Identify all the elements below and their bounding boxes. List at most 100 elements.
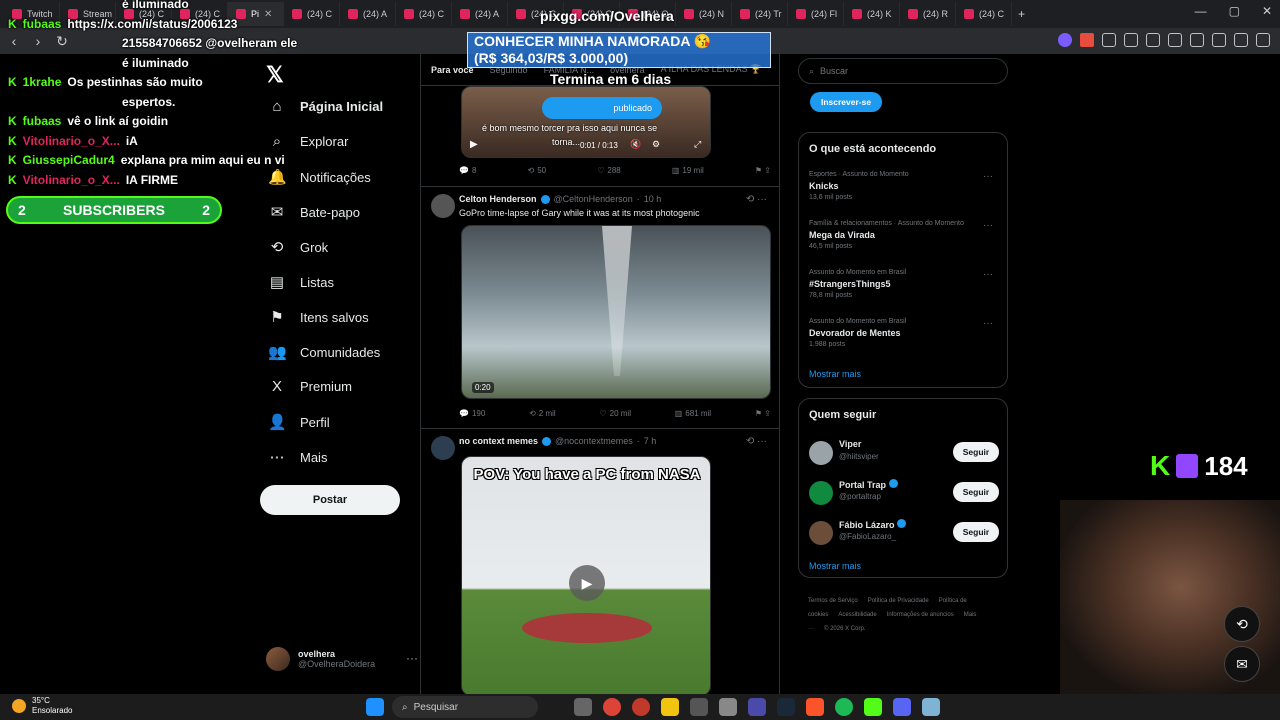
views-button[interactable]: ▥ 681 mil xyxy=(675,409,711,418)
discord-icon[interactable] xyxy=(893,698,911,716)
follow-button[interactable]: Seguir xyxy=(953,442,999,462)
browser-tab[interactable]: (24) N xyxy=(676,2,732,26)
grok-icon[interactable]: ⟲ xyxy=(1224,606,1260,642)
extension-icon[interactable] xyxy=(1058,33,1072,47)
footer-link[interactable]: Política de Privacidade xyxy=(868,598,929,604)
bookmark-icon[interactable]: ⚑ ⇪ xyxy=(755,166,771,175)
avatar[interactable] xyxy=(431,436,455,460)
sidebar-item-mail[interactable]: ✉ Bate-papo xyxy=(268,203,360,221)
account-name[interactable]: Viper xyxy=(839,439,861,449)
tweet-video[interactable]: publicado é bom mesmo torcer pra isso aq… xyxy=(461,86,711,158)
like-button[interactable]: ♡ 288 xyxy=(597,166,621,175)
opera-icon[interactable] xyxy=(632,698,650,716)
more-icon[interactable]: ··· xyxy=(983,171,993,182)
extension-icon[interactable] xyxy=(1124,33,1138,47)
tweet-age[interactable]: 7 h xyxy=(644,436,657,446)
more-icon[interactable]: ··· xyxy=(406,651,418,665)
avatar[interactable] xyxy=(431,194,455,218)
tweet-handle[interactable]: @nocontextmemes xyxy=(555,436,633,446)
reply-button[interactable]: 💬 190 xyxy=(459,409,485,418)
who-to-follow-item[interactable]: Portal Trap @portaltrap Seguir xyxy=(809,479,999,507)
sidebar-item-list[interactable]: ▤ Listas xyxy=(268,273,334,291)
tweet-author[interactable]: Celton Henderson xyxy=(459,194,537,204)
steam-icon[interactable] xyxy=(777,698,795,716)
avatar[interactable] xyxy=(809,521,833,545)
tweet-age[interactable]: 10 h xyxy=(644,194,662,204)
who-to-follow-item[interactable]: Fábio Lázaro @FabioLazaro_ Seguir xyxy=(809,519,999,547)
tweet-video[interactable]: POV: You have a PC from NASA ▶ xyxy=(461,456,711,694)
folder-icon[interactable] xyxy=(661,698,679,716)
tweet-author[interactable]: no context memes xyxy=(459,436,538,446)
extension-icon[interactable] xyxy=(1080,33,1094,47)
new-tab-button[interactable]: + xyxy=(1018,7,1025,21)
extension-icon[interactable] xyxy=(1256,33,1270,47)
browser-tab[interactable]: (24) A xyxy=(340,2,396,26)
settings-icon[interactable]: ⚙ xyxy=(652,139,660,150)
post-button[interactable]: Postar xyxy=(260,485,400,515)
tweet-more-icon[interactable]: ⟲ ··· xyxy=(746,436,767,447)
app-icon[interactable] xyxy=(719,698,737,716)
app-icon[interactable] xyxy=(748,698,766,716)
app-icon[interactable] xyxy=(864,698,882,716)
chat-username[interactable]: 1krahe xyxy=(23,75,62,89)
account-name[interactable]: Fábio Lázaro xyxy=(839,519,907,530)
more-icon[interactable]: ··· xyxy=(983,220,993,231)
extension-icon[interactable] xyxy=(1168,33,1182,47)
fullscreen-icon[interactable]: ⤢ xyxy=(694,139,701,150)
avatar[interactable] xyxy=(809,441,833,465)
tweet-video[interactable]: 0:20 xyxy=(461,225,771,399)
browser-tab[interactable]: (24) C xyxy=(396,2,452,26)
footer-link[interactable]: Termos de Serviço xyxy=(808,598,858,604)
trend-item[interactable]: Família & relacionamentos · Assunto do M… xyxy=(809,220,999,250)
more-icon[interactable]: ··· xyxy=(983,269,993,280)
more-icon[interactable]: ··· xyxy=(983,318,993,329)
reply-button[interactable]: 💬 8 xyxy=(459,166,476,175)
extension-icon[interactable] xyxy=(1102,33,1116,47)
views-button[interactable]: ▥ 19 mil xyxy=(672,166,704,175)
trend-item[interactable]: Assunto do Momento em Brasil #StrangersTh… xyxy=(809,269,999,299)
like-button[interactable]: ♡ 20 mil xyxy=(599,409,631,418)
minimize-icon[interactable]: — xyxy=(1195,4,1207,18)
browser-tab[interactable]: (24) Tr xyxy=(732,2,788,26)
follow-button[interactable]: Seguir xyxy=(953,522,999,542)
mail-icon[interactable]: ✉ xyxy=(1224,646,1260,682)
trend-item[interactable]: Assunto do Momento em Brasil Devorador de… xyxy=(809,318,999,348)
bookmark-icon[interactable]: ⚑ ⇪ xyxy=(755,409,771,418)
chat-username[interactable]: GiussepiCadur4 xyxy=(23,153,115,167)
extension-icon[interactable] xyxy=(1212,33,1226,47)
browser-tab[interactable]: (24) Fl xyxy=(788,2,844,26)
windows-start-icon[interactable] xyxy=(366,698,384,716)
task-view-icon[interactable] xyxy=(574,698,592,716)
close-icon[interactable]: ✕ xyxy=(1262,4,1272,18)
browser-tab[interactable]: (24) C xyxy=(956,2,1012,26)
play-icon[interactable]: ▶ xyxy=(470,139,478,150)
sidebar-item-x[interactable]: X Premium xyxy=(268,378,352,395)
repost-button[interactable]: ⟲ 2 mil xyxy=(529,409,556,418)
browser-tab[interactable]: (24) R xyxy=(900,2,956,26)
chat-username[interactable]: Vitolinario_o_X... xyxy=(23,134,120,148)
extension-icon[interactable] xyxy=(1234,33,1248,47)
brave-icon[interactable] xyxy=(806,698,824,716)
search-input[interactable]: ⌕ Buscar xyxy=(798,58,1008,84)
maximize-icon[interactable]: ▢ xyxy=(1229,4,1240,18)
sidebar-item-grok[interactable]: ⟲ Grok xyxy=(268,238,328,256)
chat-username[interactable]: fubaas xyxy=(23,114,62,128)
show-more-link[interactable]: Mostrar mais xyxy=(809,561,861,571)
chat-username[interactable]: fubaas xyxy=(23,17,62,31)
footer-link[interactable]: Acessibilidade xyxy=(838,612,876,618)
account-switcher[interactable]: ovelhera @OvelheraDoidera ··· xyxy=(266,647,418,671)
footer-link[interactable]: © 2026 X Corp. xyxy=(824,626,865,632)
show-more-link[interactable]: Mostrar mais xyxy=(809,369,861,379)
avatar[interactable] xyxy=(809,481,833,505)
notepad-icon[interactable] xyxy=(922,698,940,716)
chrome-icon[interactable] xyxy=(603,698,621,716)
sidebar-item-more[interactable]: ⋯ Mais xyxy=(268,448,328,466)
spotify-icon[interactable] xyxy=(835,698,853,716)
follow-button[interactable]: Seguir xyxy=(953,482,999,502)
footer-link[interactable]: Informações de anúncios xyxy=(887,612,954,618)
taskbar-search[interactable]: ⌕ Pesquisar xyxy=(392,696,538,718)
repost-button[interactable]: ⟲ 50 xyxy=(528,166,547,175)
weather-widget[interactable]: 35°C Ensolarado xyxy=(12,696,72,716)
sidebar-item-people[interactable]: 👥 Comunidades xyxy=(268,343,380,361)
subscribe-button[interactable]: Inscrever-se xyxy=(810,92,882,112)
